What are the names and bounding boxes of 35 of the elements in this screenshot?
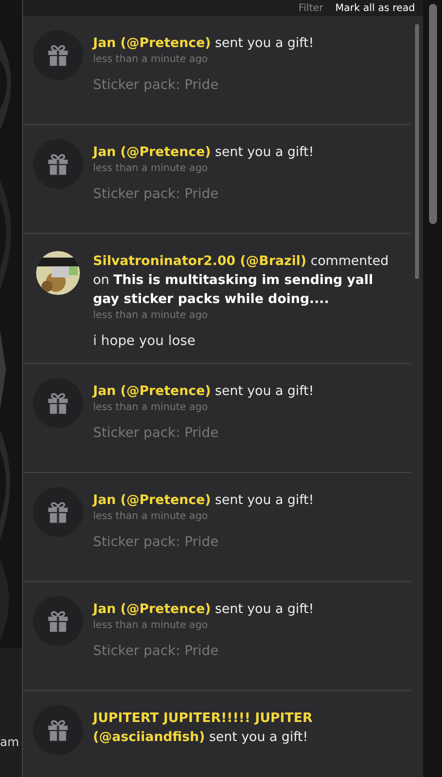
timestamp: less than a minute ago [93, 402, 209, 413]
notification-text: Sticker pack: Pride [93, 186, 220, 202]
timestamp: less than a minute ago [93, 511, 209, 522]
notification-item[interactable]: Jan (@Pretence) sent you a gift! less than a minute ago Sticker pack: Pride [23, 16, 411, 125]
timestamp: less than a minute ago [93, 310, 209, 321]
gift-icon [33, 30, 83, 80]
notification-item[interactable]: Jan (@Pretence) sent you a gift! less than a minute ago Sticker pack: Pride [23, 364, 411, 473]
notification-text: Sticker pack: Pride [93, 643, 220, 659]
gift-icon [33, 139, 83, 189]
notification-item[interactable]: Jan (@Pretence) sent you a gift! less than a minute ago Sticker pack: Pride [23, 125, 411, 234]
scrollbar[interactable] [429, 4, 437, 224]
mark-all-read-link[interactable]: Mark all as read [335, 2, 415, 14]
notification-headline: Jan (@Pretence) sent you a gift! [93, 601, 315, 619]
timestamp: less than a minute ago [93, 620, 209, 631]
notification-headline: Jan (@Pretence) sent you a gift! [93, 492, 315, 510]
gift-icon [33, 596, 83, 646]
notification-headline: Jan (@Pretence) sent you a gift! [93, 35, 315, 53]
notification-headline: Silvatroninator2.00 (@Brazil) commented on This is multitasking im sending yall gay sticker packs while doing.... [93, 253, 390, 309]
notification-text: Sticker pack: Pride [93, 425, 220, 441]
notification-item[interactable]: Silvatroninator2.00 (@Brazil) commented on This is multitasking im sending yall gay sticker packs while doing.... less than a minute ago i hope you lose [23, 234, 411, 364]
gift-icon [33, 487, 83, 537]
notification-item[interactable]: JUPITERT JUPITER!!!!! JUPITER (@asciiandfish) sent you a gift! [23, 691, 411, 777]
gift-icon [33, 705, 83, 755]
notification-headline: JUPITERT JUPITER!!!!! JUPITER (@asciiandfish) sent you a gift! [93, 710, 314, 747]
gift-icon [33, 378, 83, 428]
notification-item[interactable]: Jan (@Pretence) sent you a gift! less than a minute ago Sticker pack: Pride [23, 473, 411, 582]
notification-headline: Jan (@Pretence) sent you a gift! [93, 383, 315, 401]
timestamp: less than a minute ago [93, 54, 209, 65]
notification-text: i hope you lose [93, 333, 196, 349]
notification-text: Sticker pack: Pride [93, 77, 220, 93]
timestamp: less than a minute ago [93, 163, 209, 174]
filter-button[interactable]: Filter [298, 2, 324, 14]
notification-text: Sticker pack: Pride [93, 534, 220, 550]
notification-headline: Jan (@Pretence) sent you a gift! [93, 144, 315, 162]
notification-item[interactable]: Jan (@Pretence) sent you a gift! less than a minute ago Sticker pack: Pride [23, 582, 411, 691]
